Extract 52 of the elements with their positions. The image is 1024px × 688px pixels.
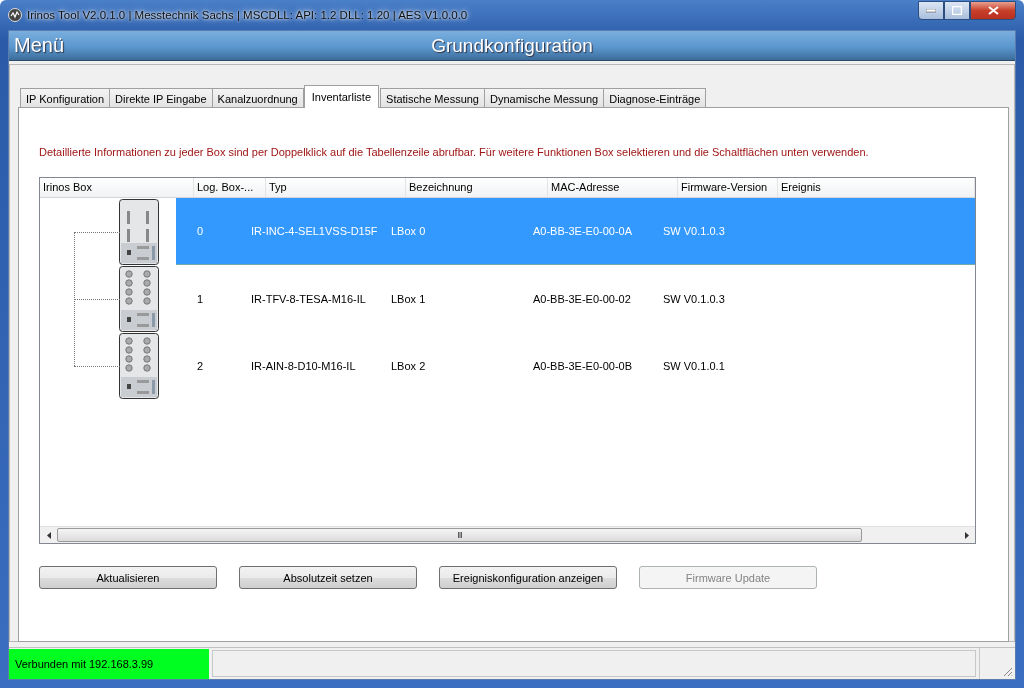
column-header[interactable]: Firmware-Version (678, 178, 778, 197)
table-row[interactable]: 2 IR-AIN-8-D10-M16-IL LBox 2 A0-BB-3E-E0-00-0B SW V0.1.0.1 (176, 332, 975, 399)
column-header[interactable]: Irinos Box (40, 178, 194, 197)
table-cell-text: LBox 1 (390, 292, 427, 305)
action-button[interactable]: Ereigniskonfiguration anzeigen (439, 566, 617, 589)
window-title: Irinos Tool V2.0.1.0 | Messtechnik Sachs | MSCDLL: API: 1.2 DLL: 1.20 | AES V1.0.0.0 (27, 9, 468, 21)
tab[interactable]: Dynamische Messung (484, 88, 605, 108)
app-logo-icon (8, 8, 22, 22)
table-cell-text: A0-BB-3E-E0-00-0B (532, 359, 634, 372)
column-header[interactable]: Bezeichnung (406, 178, 548, 197)
scroll-left-icon[interactable] (46, 531, 51, 539)
column-header[interactable]: Ereignis (778, 178, 975, 197)
table-cell-text: IR-TFV-8-TESA-M16-IL (250, 292, 367, 305)
table-row[interactable]: 1 IR-TFV-8-TESA-M16-IL LBox 1 A0-BB-3E-E0-00-02 SW V0.1.0.3 (176, 265, 975, 332)
table-cell-text: SW V0.1.0.3 (662, 292, 726, 305)
column-header[interactable]: Typ (266, 178, 406, 197)
minimize-icon (926, 8, 936, 13)
page-title: Grundkonfiguration (431, 34, 593, 56)
minimize-button[interactable] (918, 1, 944, 20)
column-header[interactable]: MAC-Adresse (548, 178, 678, 197)
table-cell-text: LBox 2 (390, 359, 427, 372)
table-cell-text: A0-BB-3E-E0-00-02 (532, 292, 632, 305)
scroll-thumb[interactable]: III (57, 527, 862, 542)
connection-status: Verbunden mit 192.168.3.99 (9, 649, 209, 679)
column-header[interactable]: Log. Box-... (194, 178, 266, 197)
action-button[interactable]: Absolutzeit setzen (239, 566, 417, 589)
close-button[interactable] (970, 1, 1016, 20)
close-icon (987, 6, 999, 15)
tab[interactable]: IP Konfiguration (20, 88, 111, 108)
maximize-button[interactable] (944, 1, 970, 20)
table-cell-text: 2 (196, 359, 205, 372)
action-button[interactable]: Aktualisieren (39, 566, 217, 589)
tab[interactable]: Direkte IP Eingabe (109, 88, 213, 108)
table-cell-text: SW V0.1.0.1 (662, 359, 726, 372)
table-cell-text: 0 (196, 225, 205, 237)
table-cell-text: IR-AIN-8-D10-M16-IL (250, 359, 357, 372)
tab[interactable]: Statische Messung (380, 88, 485, 108)
resize-grip-icon[interactable] (1002, 666, 1013, 677)
table-cell-text: LBox 0 (390, 225, 427, 237)
table-cell-text: IR-INC-4-SEL1VSS-D15F (250, 225, 379, 237)
maximize-icon (952, 6, 962, 15)
device-drawing (119, 265, 159, 332)
table-cell-text: SW V0.1.0.3 (662, 225, 726, 237)
tab[interactable]: Diagnose-Einträge (603, 88, 707, 108)
table-cell-text: A0-BB-3E-E0-00-0A (532, 225, 634, 237)
tab[interactable]: Kanalzuordnung (211, 88, 304, 108)
info-text: Detaillierte Informationen zu jeder Box sind per Doppelklick auf die Tabellenzeile abrufbar. Für weitere Funktionen Box selektieren und die Schaltflächen unten verwenden. (39, 146, 870, 158)
device-drawing (119, 332, 159, 399)
tab[interactable]: Inventarliste (303, 85, 380, 108)
table-cell-text: 1 (196, 292, 205, 305)
scroll-right-icon[interactable] (964, 531, 969, 539)
horizontal-scrollbar[interactable]: III (40, 526, 975, 543)
